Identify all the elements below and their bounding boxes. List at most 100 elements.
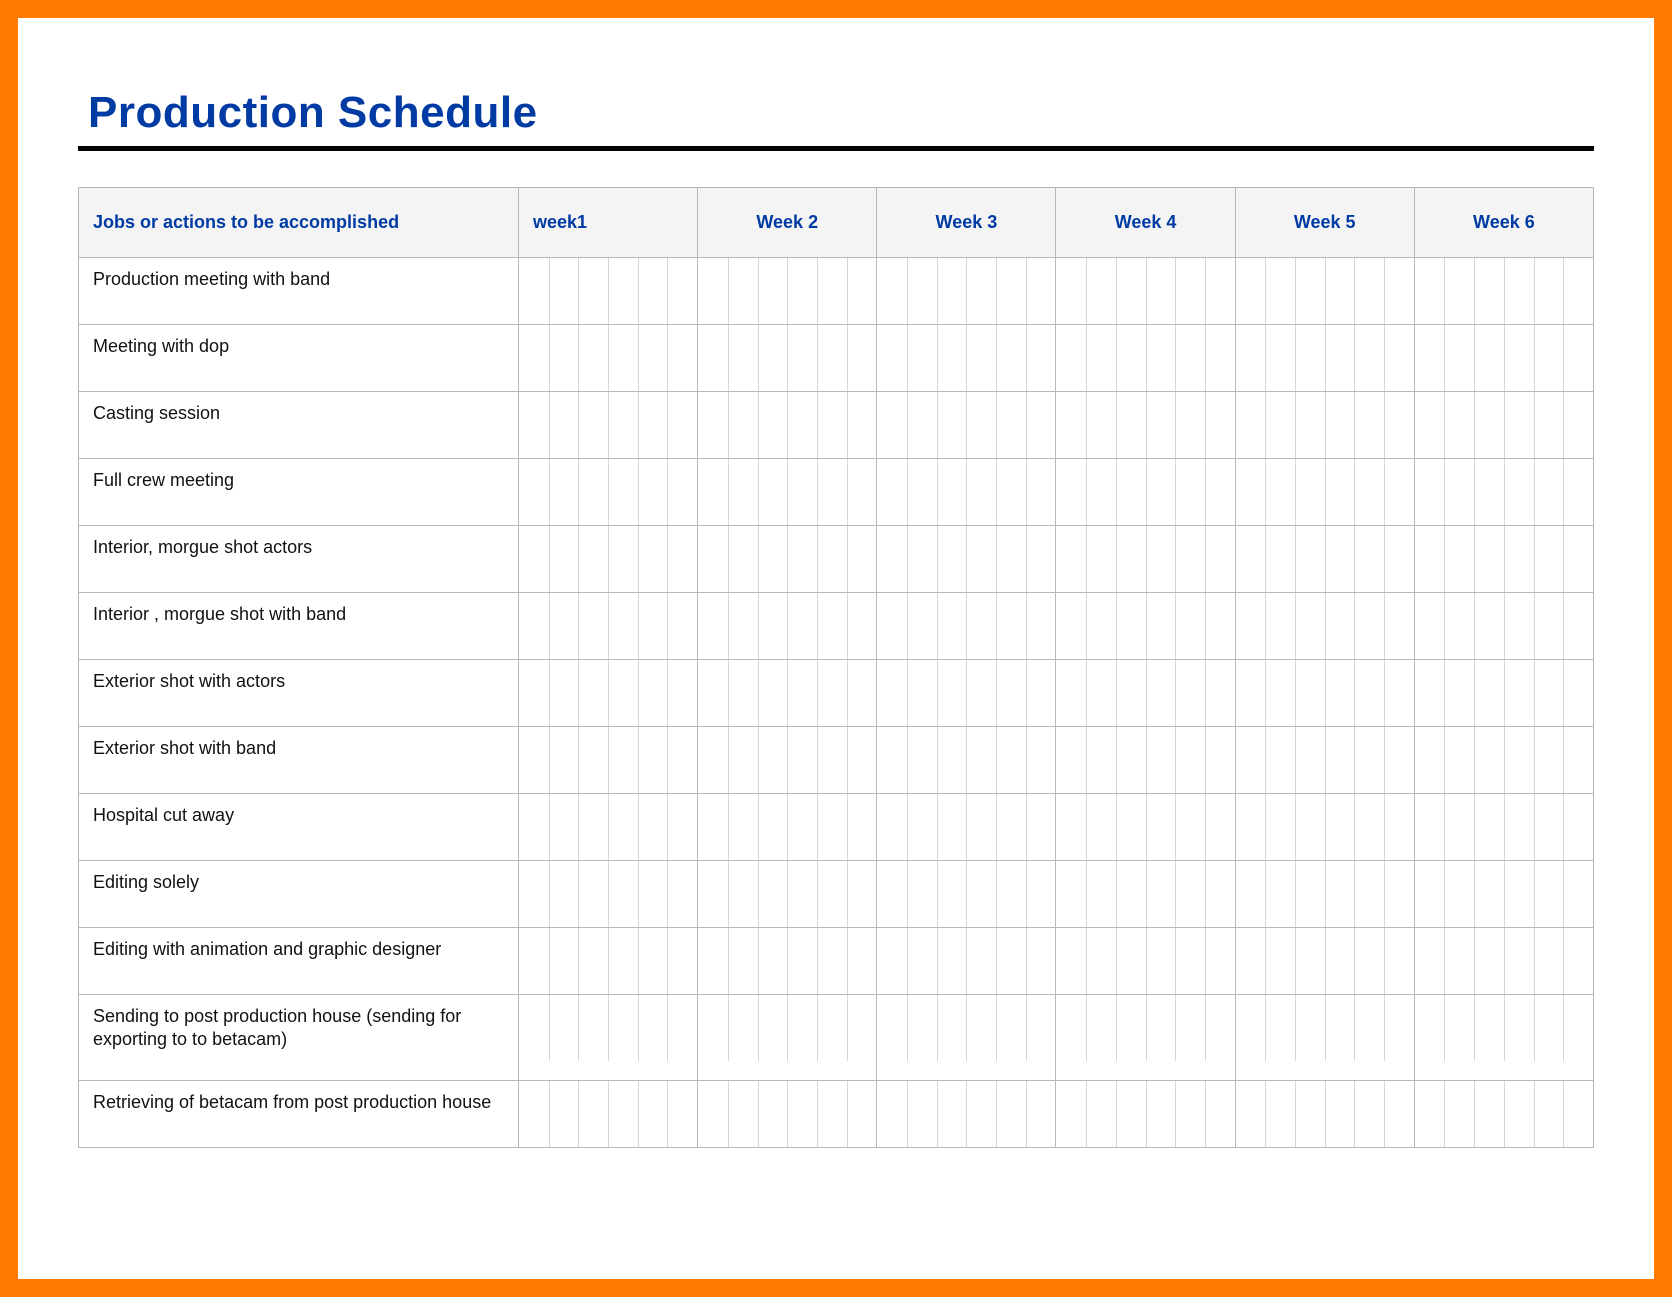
week-cell (519, 995, 698, 1081)
day-strip (877, 526, 1055, 592)
day-cell (847, 861, 877, 927)
day-strip (1236, 526, 1414, 592)
day-cell (519, 928, 549, 994)
day-cell (1265, 392, 1295, 458)
day-cell (1534, 794, 1564, 860)
week-cell (519, 593, 698, 660)
day-cell (1026, 258, 1056, 324)
table-row: Editing with animation and graphic desig… (79, 928, 1594, 995)
job-cell: Meeting with dop (79, 325, 519, 392)
day-cell (728, 258, 758, 324)
day-cell (1086, 392, 1116, 458)
day-cell (1474, 995, 1504, 1061)
day-cell (937, 258, 967, 324)
day-cell (1444, 526, 1474, 592)
day-strip (698, 861, 876, 927)
week-cell (877, 1080, 1056, 1147)
week-cell (1235, 258, 1414, 325)
day-cell (1415, 392, 1445, 458)
day-cell (667, 258, 697, 324)
week-cell (1235, 660, 1414, 727)
day-cell (787, 660, 817, 726)
day-cell (1384, 794, 1414, 860)
day-cell (937, 794, 967, 860)
day-cell (1146, 593, 1176, 659)
day-cell (817, 258, 847, 324)
day-cell (996, 392, 1026, 458)
week-cell (1056, 392, 1235, 459)
week-cell (1235, 593, 1414, 660)
day-strip (519, 995, 697, 1061)
day-cell (937, 995, 967, 1061)
day-strip (877, 727, 1055, 793)
week-cell (1235, 1080, 1414, 1147)
day-cell (758, 794, 788, 860)
day-cell (1384, 593, 1414, 659)
day-cell (1116, 1081, 1146, 1147)
day-cell (1474, 258, 1504, 324)
day-cell (1474, 928, 1504, 994)
day-cell (1116, 995, 1146, 1061)
job-cell: Sending to post production house (sendin… (79, 995, 519, 1081)
day-cell (758, 459, 788, 525)
day-cell (667, 1081, 697, 1147)
day-cell (966, 928, 996, 994)
day-cell (758, 593, 788, 659)
day-cell (966, 325, 996, 391)
week-cell (519, 1080, 698, 1147)
day-cell (698, 928, 728, 994)
day-cell (1146, 727, 1176, 793)
day-cell (1086, 794, 1116, 860)
day-strip (519, 727, 697, 793)
day-cell (1325, 593, 1355, 659)
day-cell (1056, 325, 1086, 391)
week-header: Week 3 (877, 188, 1056, 258)
day-cell (1444, 459, 1474, 525)
day-strip (1236, 794, 1414, 860)
day-strip (1415, 1081, 1593, 1147)
day-cell (1354, 258, 1384, 324)
day-cell (698, 727, 728, 793)
day-cell (1444, 325, 1474, 391)
day-cell (1563, 392, 1593, 458)
day-cell (1354, 1081, 1384, 1147)
week-cell (1414, 392, 1593, 459)
day-cell (847, 995, 877, 1061)
day-cell (758, 995, 788, 1061)
day-cell (1354, 459, 1384, 525)
day-cell (549, 258, 579, 324)
week-cell (519, 928, 698, 995)
day-strip (1415, 727, 1593, 793)
day-strip (1236, 593, 1414, 659)
day-cell (549, 325, 579, 391)
day-cell (1474, 861, 1504, 927)
day-cell (549, 593, 579, 659)
day-cell (847, 459, 877, 525)
week-cell (1414, 660, 1593, 727)
week-cell (1235, 794, 1414, 861)
day-cell (1056, 928, 1086, 994)
day-cell (1504, 526, 1534, 592)
week-cell (877, 392, 1056, 459)
job-cell: Editing with animation and graphic desig… (79, 928, 519, 995)
day-cell (1534, 325, 1564, 391)
day-strip (1056, 258, 1234, 324)
day-cell (519, 459, 549, 525)
day-cell (608, 593, 638, 659)
day-cell (1236, 459, 1266, 525)
day-cell (1563, 660, 1593, 726)
day-cell (877, 258, 907, 324)
day-cell (966, 392, 996, 458)
day-cell (1175, 727, 1205, 793)
day-cell (638, 995, 668, 1061)
week-cell (1235, 727, 1414, 794)
day-cell (817, 526, 847, 592)
day-cell (1354, 995, 1384, 1061)
day-cell (1086, 995, 1116, 1061)
day-cell (758, 727, 788, 793)
job-cell: Exterior shot with band (79, 727, 519, 794)
day-strip (877, 392, 1055, 458)
day-cell (1563, 459, 1593, 525)
day-cell (817, 392, 847, 458)
day-cell (966, 727, 996, 793)
